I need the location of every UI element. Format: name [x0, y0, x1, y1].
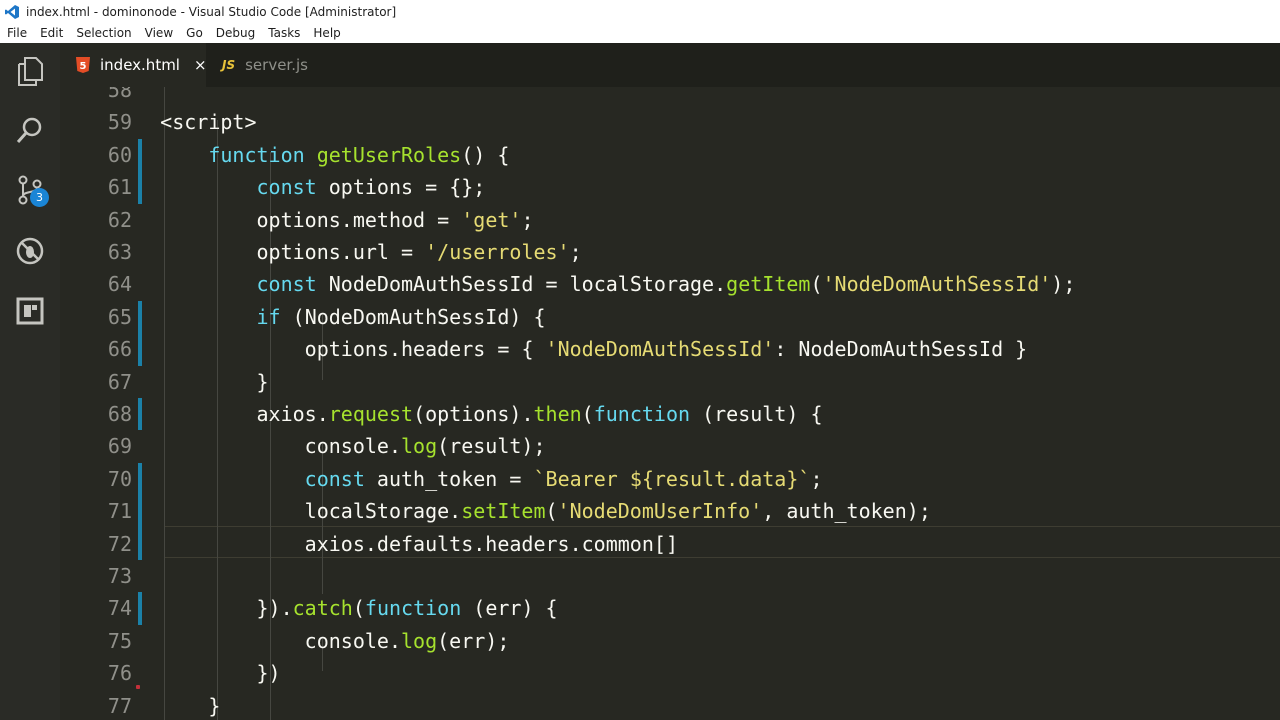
code-text: function getUserRoles() { — [208, 142, 510, 167]
code-editor[interactable]: 58 59 <script> 60 function getUserRoles() … — [60, 87, 1280, 720]
activity-bar: 3 — [0, 43, 60, 720]
code-line[interactable]: 63 options.url = '/userroles'; — [60, 236, 1280, 268]
code-line[interactable]: 73 — [60, 560, 1280, 592]
tab-label: server.js — [245, 56, 308, 74]
code-text: axios.request(options).then(function (re… — [256, 402, 823, 426]
code-text: <script> — [160, 110, 257, 135]
menu-selection[interactable]: Selection — [69, 26, 137, 40]
code-line[interactable]: 69 console.log(result); — [60, 430, 1280, 462]
code-line[interactable]: 60 function getUserRoles() { — [60, 138, 1280, 172]
code-text: const NodeDomAuthSessId = localStorage.g… — [256, 272, 1076, 297]
source-control-button[interactable]: 3 — [0, 166, 60, 218]
code-text: const options = {}; — [256, 175, 486, 200]
code-line[interactable]: 77 } — [60, 690, 1280, 720]
code-line[interactable]: 59 <script> — [60, 106, 1280, 138]
code-text: const auth_token = `Bearer ${result.data… — [304, 466, 823, 491]
debug-button[interactable] — [0, 227, 60, 279]
title-bar: index.html - dominonode - Visual Studio … — [0, 0, 1280, 23]
menu-go[interactable]: Go — [179, 26, 209, 40]
code-text: }).catch(function (err) { — [256, 596, 558, 621]
code-text: }) — [256, 661, 281, 686]
menu-help[interactable]: Help — [306, 26, 346, 40]
html5-icon: 5 — [76, 57, 90, 73]
code-line[interactable]: 74 }).catch(function (err) { — [60, 592, 1280, 625]
code-line[interactable]: 70 const auth_token = `Bearer ${result.d… — [60, 462, 1280, 496]
code-line[interactable]: 62 options.method = 'get'; — [60, 204, 1280, 236]
javascript-icon: JS — [222, 58, 236, 72]
code-text: options.headers = { 'NodeDomAuthSessId':… — [304, 337, 1028, 362]
code-line[interactable]: 58 — [60, 87, 1280, 106]
code-line[interactable]: 68 axios.request(options).then(function … — [60, 398, 1280, 431]
tab-server-js[interactable]: JS server.js — [206, 43, 346, 87]
scm-badge: 3 — [30, 188, 49, 207]
files-icon — [16, 56, 44, 90]
code-line[interactable]: 66 options.headers = { 'NodeDomAuthSessI… — [60, 333, 1280, 366]
menu-view[interactable]: View — [138, 26, 179, 40]
search-icon — [16, 116, 44, 148]
code-text: } — [256, 369, 269, 394]
code-text: console.log(err); — [304, 628, 510, 653]
code-line[interactable]: 75 console.log(err); — [60, 625, 1280, 657]
debug-icon — [15, 236, 45, 270]
code-text: options.url = '/userroles'; — [256, 240, 582, 264]
code-text: options.method = 'get'; — [256, 207, 534, 232]
code-line[interactable]: 61 const options = {}; — [60, 171, 1280, 204]
svg-text:5: 5 — [80, 61, 87, 72]
tab-index-html[interactable]: 5 index.html × — [60, 43, 207, 87]
code-text: if (NodeDomAuthSessId) { — [256, 304, 546, 329]
search-button[interactable] — [0, 106, 60, 158]
menu-tasks[interactable]: Tasks — [261, 26, 306, 40]
tab-label: index.html — [100, 56, 180, 74]
menu-bar: File Edit Selection View Go Debug Tasks … — [0, 23, 1280, 43]
tab-bar: 5 index.html × JS server.js — [60, 43, 1280, 87]
code-line[interactable]: 72 axios.defaults.headers.common[] — [60, 527, 1280, 560]
extensions-button[interactable] — [0, 287, 60, 339]
menu-file[interactable]: File — [0, 26, 33, 40]
code-line[interactable]: 64 const NodeDomAuthSessId = localStorag… — [60, 268, 1280, 300]
code-line[interactable]: 65 if (NodeDomAuthSessId) { — [60, 300, 1280, 334]
menu-debug[interactable]: Debug — [209, 26, 261, 40]
code-line[interactable]: 71 localStorage.setItem('NodeDomUserInfo… — [60, 495, 1280, 528]
extensions-icon — [16, 297, 44, 329]
code-text: localStorage.setItem('NodeDomUserInfo', … — [304, 499, 931, 524]
window-title: index.html - dominonode - Visual Studio … — [26, 4, 397, 19]
code-text: } — [208, 693, 221, 718]
close-icon[interactable]: × — [194, 56, 207, 74]
menu-edit[interactable]: Edit — [33, 26, 69, 40]
code-line[interactable]: 76 }) — [60, 657, 1280, 689]
line-number: 73 — [107, 564, 132, 588]
vscode-logo-icon — [4, 4, 20, 20]
explorer-button[interactable] — [0, 47, 60, 99]
code-line[interactable]: 67 } — [60, 366, 1280, 398]
line-number: 58 — [107, 87, 132, 102]
code-text: axios.defaults.headers.common[] — [304, 531, 678, 556]
code-text: console.log(result); — [304, 434, 546, 459]
